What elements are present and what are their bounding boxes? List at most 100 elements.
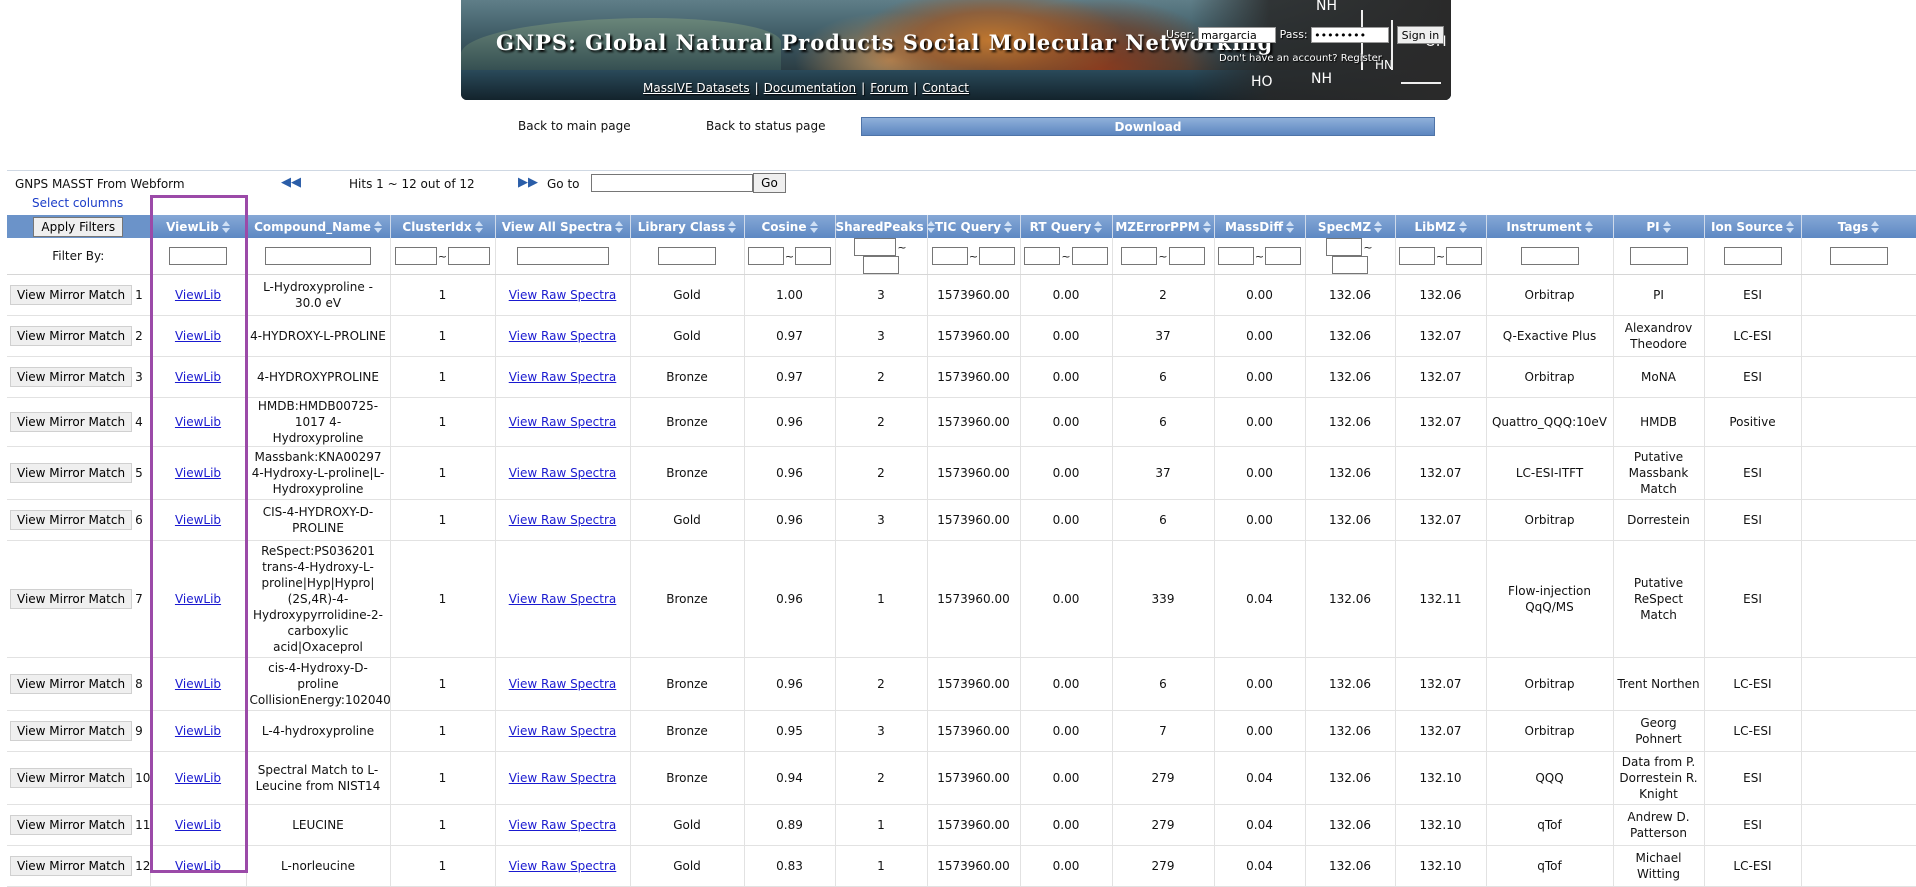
view-mirror-match-button[interactable]: View Mirror Match — [10, 326, 133, 346]
filter-sharedpeaks-min-input[interactable] — [854, 238, 897, 256]
filter-rt-query-min-input[interactable] — [1024, 247, 1061, 265]
goto-page-input[interactable] — [591, 174, 753, 192]
view-raw-spectra-link[interactable]: View Raw Spectra — [509, 818, 617, 832]
view-raw-spectra-link[interactable]: View Raw Spectra — [509, 677, 617, 691]
filter-clusteridx-min-input[interactable] — [394, 247, 437, 265]
viewlib-link[interactable]: ViewLib — [175, 329, 221, 343]
sort-icon[interactable] — [1286, 221, 1295, 233]
sort-icon[interactable] — [1094, 221, 1103, 233]
view-mirror-match-button[interactable]: View Mirror Match — [10, 463, 133, 483]
filter-ion-source-input[interactable] — [1723, 247, 1782, 265]
filter-cosine-min-input[interactable] — [747, 247, 784, 265]
column-header-pi[interactable]: PI — [1613, 215, 1705, 238]
view-mirror-match-button[interactable]: View Mirror Match — [10, 412, 133, 432]
sort-icon[interactable] — [615, 221, 624, 233]
view-raw-spectra-link[interactable]: View Raw Spectra — [509, 415, 617, 429]
register-link[interactable]: Register — [1341, 53, 1382, 64]
filter-libmz-max-input[interactable] — [1446, 247, 1483, 265]
column-header-instrument[interactable]: Instrument — [1486, 215, 1614, 238]
filter-rt-query-max-input[interactable] — [1071, 247, 1108, 265]
view-raw-spectra-link[interactable]: View Raw Spectra — [509, 724, 617, 738]
view-raw-spectra-link[interactable]: View Raw Spectra — [509, 859, 617, 873]
filter-compound-name-input[interactable] — [265, 247, 371, 265]
password-field[interactable] — [1311, 27, 1390, 43]
column-header-view-all-spectra[interactable]: View All Spectra — [495, 215, 631, 238]
view-mirror-match-button[interactable]: View Mirror Match — [10, 674, 133, 694]
sort-icon[interactable] — [1458, 221, 1467, 233]
column-header-rt-query[interactable]: RT Query — [1020, 215, 1113, 238]
viewlib-link[interactable]: ViewLib — [175, 677, 221, 691]
view-mirror-match-button[interactable]: View Mirror Match — [10, 721, 133, 741]
view-mirror-match-button[interactable]: View Mirror Match — [10, 367, 133, 387]
apply-filters-button[interactable]: Apply Filters — [33, 216, 124, 237]
filter-cosine-max-input[interactable] — [795, 247, 832, 265]
filter-massdiff-min-input[interactable] — [1217, 247, 1254, 265]
column-header-compound-name[interactable]: Compound_Name — [246, 215, 391, 238]
sort-icon[interactable] — [1004, 221, 1013, 233]
viewlib-link[interactable]: ViewLib — [175, 288, 221, 302]
view-mirror-match-button[interactable]: View Mirror Match — [10, 285, 133, 305]
view-raw-spectra-link[interactable]: View Raw Spectra — [509, 288, 617, 302]
column-header-ion-source[interactable]: Ion Source — [1704, 215, 1802, 238]
column-header-specmz[interactable]: SpecMZ — [1305, 215, 1396, 238]
filter-mzerrorppm-max-input[interactable] — [1168, 247, 1205, 265]
view-raw-spectra-link[interactable]: View Raw Spectra — [509, 466, 617, 480]
filter-view-all-spectra-input[interactable] — [516, 247, 609, 265]
filter-massdiff-max-input[interactable] — [1265, 247, 1302, 265]
view-mirror-match-button[interactable]: View Mirror Match — [10, 768, 133, 788]
sort-icon[interactable] — [1662, 221, 1671, 233]
filter-pi-input[interactable] — [1629, 247, 1688, 265]
column-header-viewlib[interactable]: ViewLib — [150, 215, 247, 238]
sort-icon[interactable] — [1584, 221, 1593, 233]
select-columns-link[interactable]: Select columns — [32, 196, 123, 210]
viewlib-link[interactable]: ViewLib — [175, 818, 221, 832]
filter-viewlib-input[interactable] — [169, 247, 227, 265]
view-mirror-match-button[interactable]: View Mirror Match — [10, 815, 133, 835]
view-mirror-match-button[interactable]: View Mirror Match — [10, 510, 133, 530]
filter-tic-query-min-input[interactable] — [931, 247, 968, 265]
column-header-mzerrorppm[interactable]: MZErrorPPM — [1112, 215, 1215, 238]
sort-icon[interactable] — [373, 221, 382, 233]
column-header-libmz[interactable]: LibMZ — [1395, 215, 1487, 238]
forum-link[interactable]: Forum — [870, 81, 908, 95]
sort-icon[interactable] — [221, 221, 230, 233]
filter-instrument-input[interactable] — [1520, 247, 1579, 265]
sort-icon[interactable] — [1202, 221, 1211, 233]
view-raw-spectra-link[interactable]: View Raw Spectra — [509, 592, 617, 606]
viewlib-link[interactable]: ViewLib — [175, 415, 221, 429]
back-to-main-link[interactable]: Back to main page — [518, 119, 631, 133]
viewlib-link[interactable]: ViewLib — [175, 859, 221, 873]
view-mirror-match-button[interactable]: View Mirror Match — [10, 856, 133, 876]
column-header-library-class[interactable]: Library Class — [630, 215, 745, 238]
filter-specmz-min-input[interactable] — [1326, 238, 1363, 256]
column-header-cosine[interactable]: Cosine — [744, 215, 836, 238]
next-page-icon[interactable]: ▶▶ — [518, 175, 538, 190]
column-header-clusteridx[interactable]: ClusterIdx — [390, 215, 496, 238]
massive-datasets-link[interactable]: MassIVE Datasets — [643, 81, 750, 95]
filter-libmz-min-input[interactable] — [1398, 247, 1435, 265]
column-header-sharedpeaks[interactable]: SharedPeaks — [835, 215, 935, 238]
sort-icon[interactable] — [1786, 221, 1795, 233]
column-header-massdiff[interactable]: MassDiff — [1214, 215, 1306, 238]
filter-mzerrorppm-min-input[interactable] — [1121, 247, 1158, 265]
filter-tags-input[interactable] — [1829, 247, 1888, 265]
filter-clusteridx-max-input[interactable] — [448, 247, 491, 265]
sort-icon[interactable] — [809, 221, 818, 233]
filter-library-class-input[interactable] — [658, 247, 716, 265]
filter-specmz-max-input[interactable] — [1332, 256, 1368, 274]
viewlib-link[interactable]: ViewLib — [175, 513, 221, 527]
view-raw-spectra-link[interactable]: View Raw Spectra — [509, 370, 617, 384]
back-to-status-link[interactable]: Back to status page — [706, 119, 825, 133]
username-field[interactable] — [1198, 27, 1277, 43]
view-mirror-match-button[interactable]: View Mirror Match — [10, 589, 133, 609]
contact-link[interactable]: Contact — [922, 81, 969, 95]
column-header-tags[interactable]: Tags — [1801, 215, 1916, 238]
viewlib-link[interactable]: ViewLib — [175, 724, 221, 738]
sort-icon[interactable] — [926, 221, 935, 233]
viewlib-link[interactable]: ViewLib — [175, 771, 221, 785]
go-button[interactable]: Go — [753, 173, 786, 193]
sort-icon[interactable] — [1871, 221, 1880, 233]
column-header-tic-query[interactable]: TIC Query — [927, 215, 1021, 238]
download-button[interactable]: Download — [861, 117, 1435, 136]
sort-icon[interactable] — [728, 221, 737, 233]
